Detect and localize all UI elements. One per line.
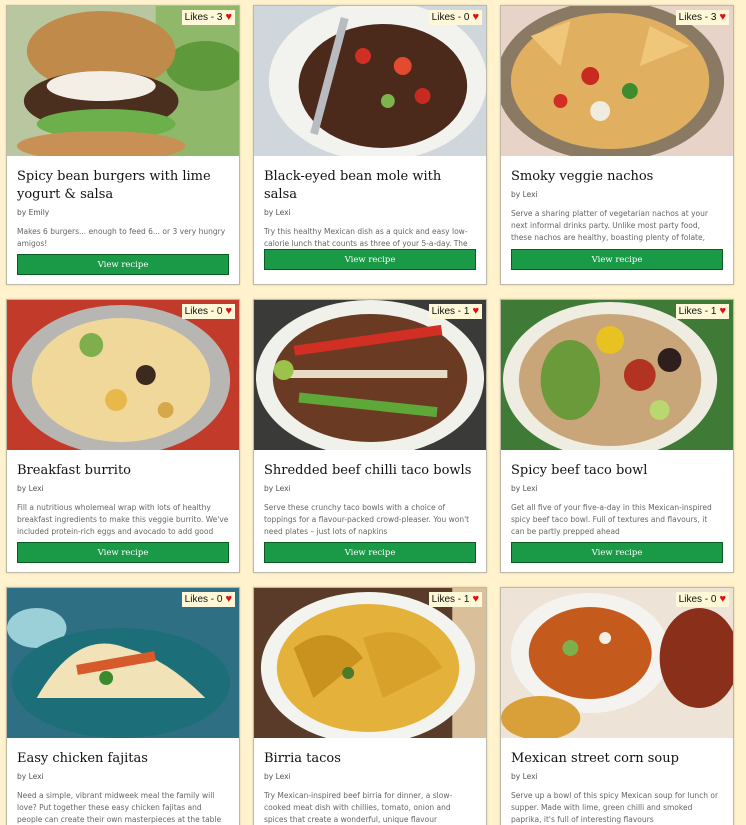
likes-badge[interactable]: Likes - 0 ♥: [428, 10, 482, 25]
recipe-card: Likes - 0 ♥ Easy chicken fajitas by Lexi …: [6, 587, 240, 825]
view-recipe-button[interactable]: View recipe: [264, 249, 476, 270]
recipe-author: by Lexi: [17, 484, 44, 493]
likes-badge[interactable]: Likes - 3 ♥: [181, 10, 235, 25]
recipe-title: Spicy beef taco bowl: [511, 463, 648, 478]
recipe-author: by Lexi: [511, 190, 538, 199]
recipe-image[interactable]: [501, 588, 733, 738]
heart-icon: ♥: [719, 593, 726, 605]
recipe-description: Serve up a bowl of this spicy Mexican so…: [511, 791, 719, 824]
likes-badge[interactable]: Likes - 1 ♥: [428, 592, 482, 607]
likes-count: Likes - 3: [184, 12, 223, 23]
likes-count: Likes - 0: [678, 594, 717, 605]
recipe-author: by Lexi: [511, 772, 538, 781]
recipe-description: Fill a nutritious wholemeal wrap with lo…: [17, 503, 229, 536]
view-recipe-button[interactable]: View recipe: [511, 542, 723, 563]
recipe-author: by Emily: [17, 208, 50, 217]
recipe-card: Likes - 1 ♥ Birria tacos by Lexi Try Mexi…: [253, 587, 487, 825]
recipe-card: Likes - 0 ♥ Black-eyed bean mole with sal…: [253, 5, 487, 285]
recipe-author: by Lexi: [264, 484, 291, 493]
recipe-description: Get all five of your five-a-day in this …: [511, 503, 712, 536]
recipe-image[interactable]: [254, 588, 486, 738]
likes-badge[interactable]: Likes - 1 ♥: [428, 304, 482, 319]
likes-count: Likes - 0: [184, 306, 223, 317]
heart-icon: ♥: [225, 305, 232, 317]
heart-icon: ♥: [472, 305, 479, 317]
recipe-image[interactable]: [501, 300, 733, 450]
recipe-title: Spicy bean burgers with lime yogurt & sa…: [17, 169, 211, 202]
likes-count: Likes - 1: [431, 594, 470, 605]
likes-badge[interactable]: Likes - 0 ♥: [181, 592, 235, 607]
recipe-description: Need a simple, vibrant midweek meal the …: [17, 791, 222, 824]
recipe-card: Likes - 3 ♥ Smoky veggie nachos by Lexi S…: [500, 5, 734, 285]
view-recipe-button[interactable]: View recipe: [264, 542, 476, 563]
view-recipe-button[interactable]: View recipe: [17, 542, 229, 563]
recipe-image[interactable]: [7, 6, 239, 156]
recipe-author: by Lexi: [17, 772, 44, 781]
view-recipe-button[interactable]: View recipe: [17, 254, 229, 275]
recipe-image[interactable]: [7, 588, 239, 738]
heart-icon: ♥: [719, 305, 726, 317]
likes-badge[interactable]: Likes - 3 ♥: [675, 10, 729, 25]
heart-icon: ♥: [719, 11, 726, 23]
recipe-image[interactable]: [254, 6, 486, 156]
recipe-title: Birria tacos: [264, 751, 341, 766]
recipe-card: Likes - 3 ♥ Spicy bean burgers with lime …: [6, 5, 240, 285]
recipe-author: by Lexi: [511, 484, 538, 493]
likes-badge[interactable]: Likes - 0 ♥: [181, 304, 235, 319]
recipe-description: Serve these crunchy taco bowls with a ch…: [264, 503, 470, 536]
recipe-author: by Lexi: [264, 772, 291, 781]
heart-icon: ♥: [225, 593, 232, 605]
recipe-author: by Lexi: [264, 208, 291, 217]
recipe-description: Try Mexican-inspired beef birria for din…: [264, 791, 453, 824]
heart-icon: ♥: [472, 11, 479, 23]
likes-count: Likes - 3: [678, 12, 717, 23]
recipe-image[interactable]: [254, 300, 486, 450]
recipe-title: Mexican street corn soup: [511, 751, 679, 766]
recipe-image[interactable]: [7, 300, 239, 450]
recipe-title: Easy chicken fajitas: [17, 751, 148, 766]
likes-count: Likes - 1: [431, 306, 470, 317]
heart-icon: ♥: [225, 11, 232, 23]
recipe-card: Likes - 1 ♥ Shredded beef chilli taco bow…: [253, 299, 487, 573]
likes-count: Likes - 0: [184, 594, 223, 605]
view-recipe-button[interactable]: View recipe: [511, 249, 723, 270]
likes-badge[interactable]: Likes - 0 ♥: [675, 592, 729, 607]
heart-icon: ♥: [472, 593, 479, 605]
recipe-card: Likes - 0 ♥ Breakfast burrito by Lexi Fil…: [6, 299, 240, 573]
recipe-image[interactable]: [501, 6, 733, 156]
recipe-card: Likes - 1 ♥ Spicy beef taco bowl by Lexi …: [500, 299, 734, 573]
recipe-title: Shredded beef chilli taco bowls: [264, 463, 472, 478]
likes-count: Likes - 1: [678, 306, 717, 317]
recipe-description: Serve a sharing platter of vegetarian na…: [511, 209, 708, 242]
recipe-card: Likes - 0 ♥ Mexican street corn soup by L…: [500, 587, 734, 825]
recipe-title: Breakfast burrito: [17, 463, 132, 478]
recipe-title: Smoky veggie nachos: [511, 169, 654, 184]
likes-count: Likes - 0: [431, 12, 470, 23]
recipe-title: Black-eyed bean mole with salsa: [264, 169, 442, 202]
likes-badge[interactable]: Likes - 1 ♥: [675, 304, 729, 319]
